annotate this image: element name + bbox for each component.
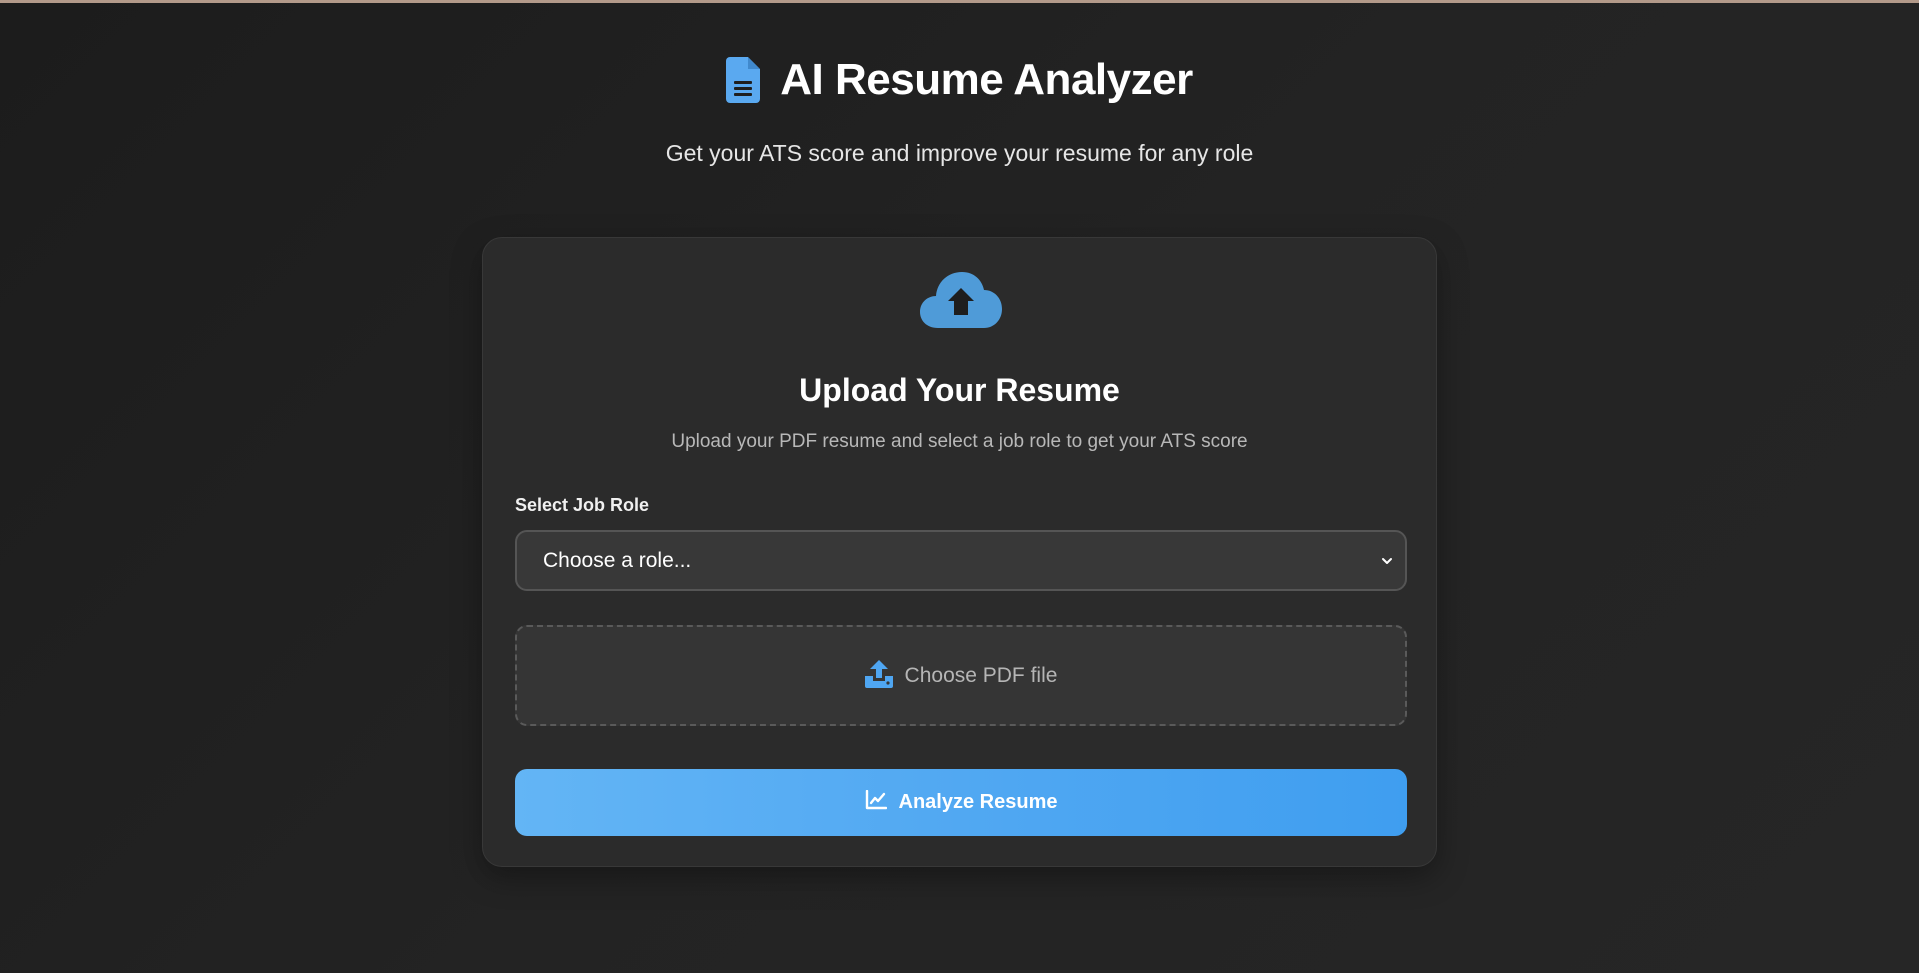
upload-title: Upload Your Resume: [799, 372, 1120, 408]
analyze-resume-label: Analyze Resume: [898, 791, 1058, 813]
pdf-file-input[interactable]: Choose PDF file: [515, 625, 1407, 726]
job-role-select[interactable]: Choose a role...: [515, 530, 1407, 591]
page-header: AI Resume Analyzer: [0, 52, 1919, 108]
title-row: AI Resume Analyzer: [726, 52, 1193, 108]
window-top-border: [0, 0, 1919, 3]
page-subtitle: Get your ATS score and improve your resu…: [665, 140, 1254, 166]
job-role-selected-value: Choose a role...: [543, 548, 692, 572]
page-title: AI Resume Analyzer: [780, 55, 1193, 104]
file-document-icon: [726, 57, 761, 103]
analyze-resume-button[interactable]: Analyze Resume: [515, 769, 1407, 836]
line-chart-icon: [865, 789, 887, 815]
pdf-file-label: Choose PDF file: [904, 663, 1058, 687]
job-role-label: Select Job Role: [515, 495, 650, 515]
cloud-upload-icon: [920, 270, 1002, 335]
upload-icon: [864, 658, 893, 693]
upload-card: Upload Your Resume Upload your PDF resum…: [482, 237, 1437, 867]
chevron-down-icon: [1381, 554, 1393, 572]
upload-description: Upload your PDF resume and select a job …: [671, 431, 1248, 452]
